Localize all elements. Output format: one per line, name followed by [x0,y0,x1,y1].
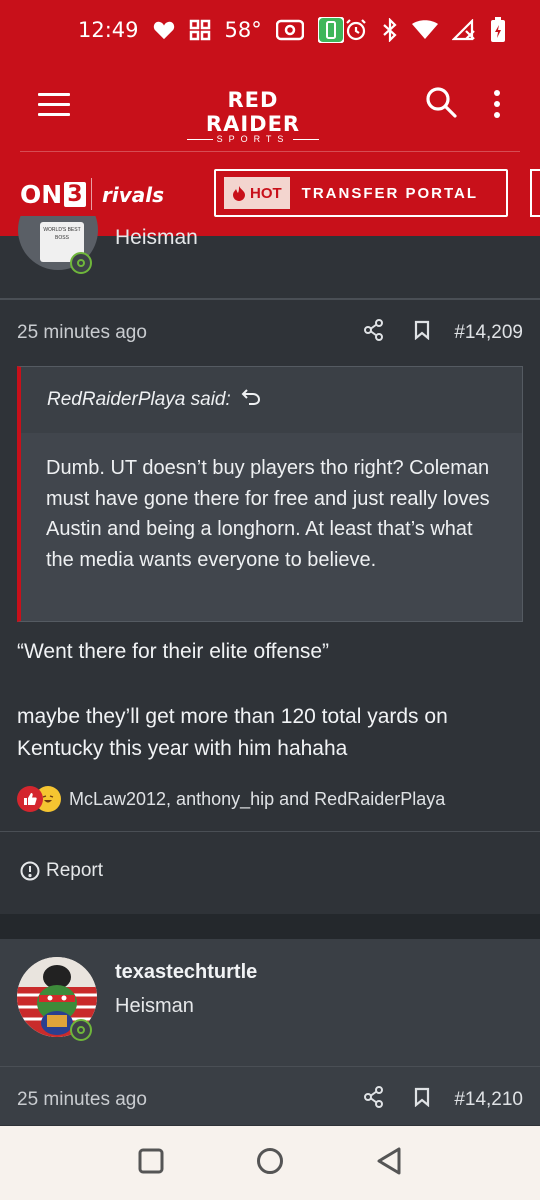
site-logo[interactable]: RED RAIDER SPORTS [180,88,326,144]
report-button[interactable]: Report [20,860,103,882]
hot-label: HOT [250,184,282,202]
divider [0,298,540,300]
username[interactable]: texastechturtle [115,961,257,984]
share-icon[interactable] [364,1086,384,1114]
on3-digit: 3 [64,182,86,207]
quote-body: Dumb. UT doesn’t buy players tho right? … [46,457,490,571]
more-options-icon[interactable] [494,90,500,123]
rivals-logo[interactable]: rivals [102,183,164,207]
home-icon[interactable] [255,1146,285,1181]
search-icon[interactable] [425,86,457,123]
hot-badge: HOT [224,177,290,209]
post-number[interactable]: #14,209 [454,322,523,344]
wifi-icon [411,20,438,40]
signal-icon [451,19,476,41]
flame-icon [233,186,245,201]
logo-subtitle: SPORTS [216,134,290,144]
report-label: Report [46,860,104,881]
logo-separator [91,178,92,210]
post-timestamp[interactable]: 25 minutes ago [17,322,147,344]
menu-icon[interactable] [38,93,70,117]
jump-to-quote-icon[interactable] [241,388,261,412]
divider [0,831,540,832]
status-bar: 12:49 58° [0,0,540,60]
post-timestamp[interactable]: 25 minutes ago [17,1089,147,1111]
battery-app-icon [317,17,344,43]
app-header: RED RAIDER SPORTS [0,60,540,152]
share-icon[interactable] [364,319,384,347]
bookmark-icon[interactable] [414,1087,430,1113]
post-meta: 25 minutes ago #14,209 [0,303,540,363]
recents-icon[interactable] [137,1147,165,1180]
message-line: maybe they’ll get more than 120 total ya… [17,704,448,761]
logo-title: RED RAIDER [205,88,301,136]
status-temperature: 58° [224,18,262,42]
radio-icon [275,19,304,41]
quote-attribution: RedRaiderPlaya said: [47,389,231,410]
quote-header[interactable]: RedRaiderPlaya said: [21,367,522,433]
prev-post-rank: Heisman [115,226,198,249]
heart-icon [153,20,175,40]
reactions-bar[interactable]: McLaw2012, anthony_hip and RedRaiderPlay… [17,786,445,812]
next-nav-button-partial[interactable] [530,169,540,217]
like-reaction-icon [17,786,43,812]
bluetooth-icon [382,18,398,42]
grid-app-icon [189,19,211,41]
transfer-portal-label: TRANSFER PORTAL [301,184,479,202]
online-status-icon [70,1019,92,1041]
on3-logo[interactable]: ON 3 [20,180,86,209]
alert-circle-icon [20,861,40,881]
online-status-icon [70,252,92,274]
battery-icon [490,17,506,43]
message-line: “Went there for their elite offense” [17,640,330,663]
on3-prefix: ON [20,180,63,209]
reaction-users[interactable]: McLaw2012, anthony_hip and RedRaiderPlay… [69,789,445,810]
divider [0,1066,540,1067]
back-icon[interactable] [375,1146,403,1181]
status-time: 12:49 [78,18,139,42]
transfer-portal-button[interactable]: HOT TRANSFER PORTAL [214,169,508,217]
bookmark-icon[interactable] [414,320,430,346]
system-nav-bar [0,1126,540,1200]
post-separator [0,914,540,939]
post-number[interactable]: #14,210 [454,1089,523,1111]
alarm-icon [344,18,368,42]
post-message: “Went there for their elite offense” may… [17,636,522,766]
user-rank: Heisman [115,995,194,1017]
quote-block: RedRaiderPlaya said: Dumb. UT doesn’t bu… [17,366,523,622]
post-meta: 25 minutes ago #14,210 [0,1070,540,1130]
